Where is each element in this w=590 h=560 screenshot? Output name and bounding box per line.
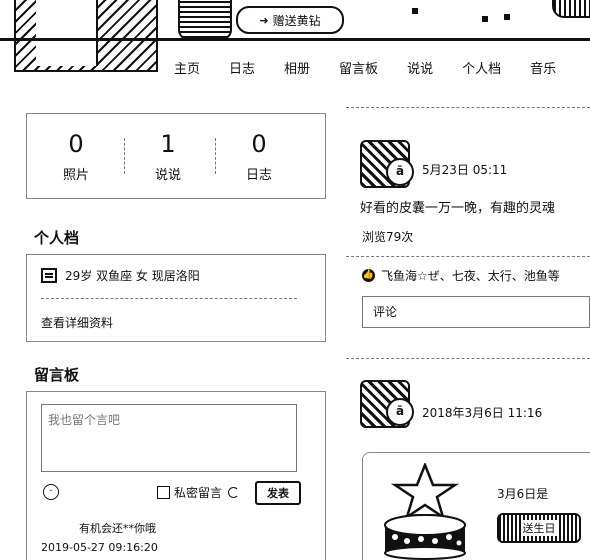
nav-music[interactable]: 音乐 <box>530 58 556 77</box>
profile-card: 29岁 双鱼座 女 现居洛阳 查看详细资料 <box>26 254 326 342</box>
post-text: 好看的皮囊一万一晚，有趣的灵魂 <box>360 201 556 216</box>
like-names: 飞鱼海☆ぜ、七夜、太行、池鱼等 <box>381 269 560 283</box>
birthday-share-card[interactable]: 3月6日是 送生日 <box>362 452 590 560</box>
decoration-dot <box>504 14 510 20</box>
stat-blogs[interactable]: 0 日志 <box>214 130 304 183</box>
private-checkbox[interactable] <box>157 486 170 499</box>
main-nav: 主页 日志 相册 留言板 说说 个人档 音乐 <box>174 58 585 77</box>
arrow-icon: ➜ <box>259 13 269 27</box>
send-birthday-button[interactable]: 送生日 <box>497 513 581 543</box>
header-artwork <box>14 0 158 72</box>
nav-blog[interactable]: 日志 <box>229 58 255 77</box>
post-button[interactable]: 发表 <box>255 481 301 505</box>
gift-button-label: 赠送黄钻 <box>272 13 321 28</box>
post-time: 2018年3月6日 11:16 <box>422 406 543 420</box>
stat-moments[interactable]: 1 说说 <box>123 130 213 183</box>
private-label: 私密留言 <box>174 486 223 500</box>
comment-input[interactable]: 评论 <box>362 296 590 328</box>
stat-value: 0 <box>251 130 267 158</box>
last-message-time: 2019-05-27 09:16:20 <box>41 541 158 554</box>
profile-summary: 29岁 双鱼座 女 现居洛阳 <box>65 269 200 283</box>
guestbook-input[interactable] <box>41 404 297 472</box>
private-message-option[interactable]: 私密留言 <box>157 484 240 501</box>
gift-yellow-diamond-button[interactable]: ➜ 赠送黄钻 <box>236 6 344 34</box>
nav-moments[interactable]: 说说 <box>407 58 433 77</box>
share-date: 3月6日是 <box>497 487 549 501</box>
stat-label: 说说 <box>154 168 181 183</box>
view-count: 浏览79次 <box>362 230 414 244</box>
avatar[interactable]: ā <box>360 140 414 188</box>
nav-guestbook[interactable]: 留言板 <box>339 58 378 77</box>
post-time: 5月23日 05:11 <box>422 163 508 177</box>
view-profile-link[interactable]: 查看详细资料 <box>41 314 113 331</box>
stats-card: 0 照片 1 说说 0 日志 <box>26 113 326 199</box>
nav-profile[interactable]: 个人档 <box>462 58 501 77</box>
nav-home[interactable]: 主页 <box>174 58 200 77</box>
stat-label: 照片 <box>62 168 89 183</box>
send-birthday-label: 送生日 <box>520 520 558 536</box>
decoration-dot <box>482 16 488 22</box>
like-row[interactable]: 👍 飞鱼海☆ぜ、七夜、太行、池鱼等 <box>362 267 560 284</box>
feed-divider <box>346 107 590 108</box>
avatar[interactable]: ā <box>360 380 414 428</box>
document-icon <box>41 268 57 283</box>
header-decoration-right <box>552 0 590 18</box>
feed-divider <box>346 256 590 257</box>
profile-summary-row: 29岁 双鱼座 女 现居洛阳 <box>41 267 200 284</box>
header-decoration <box>178 0 232 40</box>
stat-photos[interactable]: 0 照片 <box>31 130 121 183</box>
divider <box>41 298 297 299</box>
nav-album[interactable]: 相册 <box>284 58 310 77</box>
stat-value: 1 <box>160 130 176 158</box>
header-border <box>0 38 590 41</box>
feed-divider <box>346 358 590 359</box>
profile-section-title: 个人档 <box>34 229 80 247</box>
stat-value: 0 <box>68 130 84 158</box>
birthday-cake-image <box>384 463 466 560</box>
guestbook-section-title: 留言板 <box>34 366 80 384</box>
decoration-dot <box>412 8 418 14</box>
thumbs-up-icon: 👍 <box>362 269 375 282</box>
last-message-text: 有机会还**你哦 <box>79 522 156 535</box>
guestbook-card: ᵕ 私密留言 发表 有机会还**你哦 2019-05-27 09:16:20 <box>26 391 326 560</box>
loading-icon <box>228 487 240 498</box>
smiley-icon[interactable]: ᵕ <box>43 484 59 500</box>
stat-label: 日志 <box>245 168 272 183</box>
